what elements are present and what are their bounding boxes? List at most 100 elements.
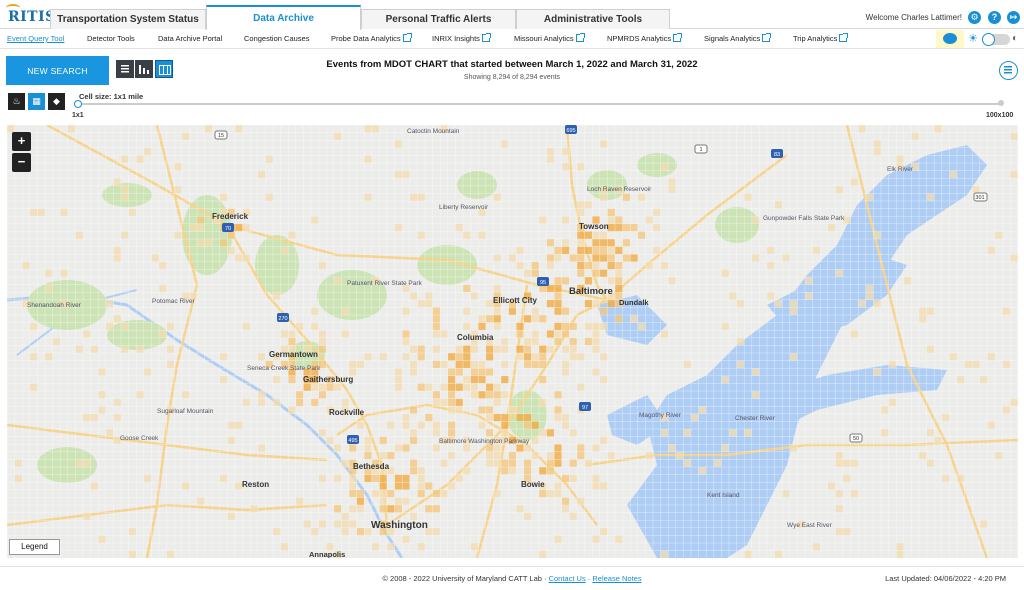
event-cell[interactable] <box>865 292 874 300</box>
event-cell[interactable] <box>463 307 471 315</box>
contact-us-link[interactable]: Contact Us <box>549 574 586 583</box>
event-cell[interactable] <box>333 277 342 285</box>
event-cell[interactable] <box>919 315 927 323</box>
event-cell[interactable] <box>447 391 456 399</box>
event-cell[interactable] <box>113 246 121 255</box>
event-cell[interactable] <box>280 330 289 338</box>
heatmap-layer-button[interactable]: ♨ <box>8 93 25 110</box>
event-cell[interactable] <box>516 261 524 270</box>
event-cell[interactable] <box>523 467 532 475</box>
event-cell[interactable] <box>531 307 539 315</box>
event-cell[interactable] <box>561 147 570 156</box>
event-cell[interactable] <box>311 383 319 391</box>
event-cell[interactable] <box>333 383 342 391</box>
event-cell[interactable] <box>805 292 813 300</box>
event-cell[interactable] <box>159 330 167 338</box>
event-cell[interactable] <box>219 239 228 247</box>
event-cell[interactable] <box>523 315 532 323</box>
event-cell[interactable] <box>577 269 585 277</box>
event-cell[interactable] <box>577 231 585 239</box>
event-cell[interactable] <box>136 155 144 163</box>
event-cell[interactable] <box>546 261 555 270</box>
event-cell[interactable] <box>957 474 965 483</box>
event-cell[interactable] <box>349 520 357 528</box>
event-cell[interactable] <box>394 170 403 179</box>
event-cell[interactable] <box>387 489 395 498</box>
event-cell[interactable] <box>516 505 524 513</box>
event-cell[interactable] <box>653 223 661 232</box>
event-cell[interactable] <box>273 527 281 536</box>
event-cell[interactable] <box>569 474 577 483</box>
event-cell[interactable] <box>531 337 539 346</box>
event-cell[interactable] <box>660 550 669 558</box>
event-cell[interactable] <box>485 315 494 323</box>
event-cell[interactable] <box>501 467 509 475</box>
nav-npmrds-analytics[interactable]: NPMRDS Analytics <box>607 33 683 43</box>
event-cell[interactable] <box>242 398 251 407</box>
event-cell[interactable] <box>987 246 995 255</box>
event-cell[interactable] <box>523 269 532 277</box>
event-cell[interactable] <box>881 429 889 437</box>
event-cell[interactable] <box>432 489 441 498</box>
event-cell[interactable] <box>455 398 463 407</box>
event-cell[interactable] <box>812 543 821 551</box>
event-cell[interactable] <box>280 246 289 255</box>
event-cell[interactable] <box>539 353 547 361</box>
event-cell[interactable] <box>166 322 175 331</box>
event-cell[interactable] <box>1010 398 1018 407</box>
event-cell[interactable] <box>485 383 494 391</box>
event-cell[interactable] <box>311 307 319 315</box>
event-cell[interactable] <box>584 261 593 270</box>
event-cell[interactable] <box>349 505 357 513</box>
event-cell[interactable] <box>387 451 395 460</box>
event-cell[interactable] <box>721 322 729 331</box>
map-canvas[interactable]: Frederick Baltimore Towson Dundalk Ellic… <box>7 125 1018 558</box>
event-cell[interactable] <box>850 489 859 498</box>
event-cell[interactable] <box>873 299 881 308</box>
event-cell[interactable] <box>463 383 471 391</box>
event-cell[interactable] <box>440 360 448 369</box>
tab-data-archive[interactable]: Data Archive <box>206 5 361 30</box>
event-cell[interactable] <box>554 406 562 414</box>
event-cell[interactable] <box>493 307 501 315</box>
event-cell[interactable] <box>311 398 319 407</box>
event-cell[interactable] <box>432 391 441 399</box>
event-cell[interactable] <box>417 231 425 239</box>
event-cell[interactable] <box>356 527 365 536</box>
event-cell[interactable] <box>592 246 600 255</box>
event-cell[interactable] <box>151 254 159 262</box>
event-cell[interactable] <box>569 353 577 361</box>
event-cell[interactable] <box>523 337 532 346</box>
event-cell[interactable] <box>995 231 1003 239</box>
event-cell[interactable] <box>402 330 410 338</box>
event-cell[interactable] <box>599 482 608 490</box>
event-cell[interactable] <box>926 429 935 437</box>
event-cell[interactable] <box>561 497 570 505</box>
event-cell[interactable] <box>493 284 501 293</box>
nav-missouri-analytics[interactable]: Missouri Analytics <box>514 33 585 43</box>
event-cell[interactable] <box>136 345 144 353</box>
nav-detector-tools[interactable]: Detector Tools <box>87 34 135 43</box>
tab-administrative-tools[interactable]: Administrative Tools <box>516 9 670 29</box>
event-cell[interactable] <box>257 444 266 452</box>
event-cell[interactable] <box>630 223 638 232</box>
event-cell[interactable] <box>128 550 137 558</box>
event-cell[interactable] <box>615 269 623 277</box>
event-cell[interactable] <box>227 231 235 239</box>
event-cell[interactable] <box>128 527 137 536</box>
event-cell[interactable] <box>470 368 479 376</box>
event-cell[interactable] <box>387 505 395 513</box>
event-cell[interactable] <box>622 193 631 201</box>
event-cell[interactable] <box>630 254 638 262</box>
event-cell[interactable] <box>577 353 585 361</box>
event-cell[interactable] <box>569 254 577 262</box>
event-cell[interactable] <box>440 398 448 407</box>
event-cell[interactable] <box>75 345 83 353</box>
event-cell[interactable] <box>417 299 425 308</box>
event-cell[interactable] <box>409 193 418 201</box>
event-cell[interactable] <box>554 307 562 315</box>
event-cell[interactable] <box>485 429 494 437</box>
event-cell[interactable] <box>394 444 403 452</box>
event-cell[interactable] <box>599 239 608 247</box>
event-cell[interactable] <box>546 299 555 308</box>
